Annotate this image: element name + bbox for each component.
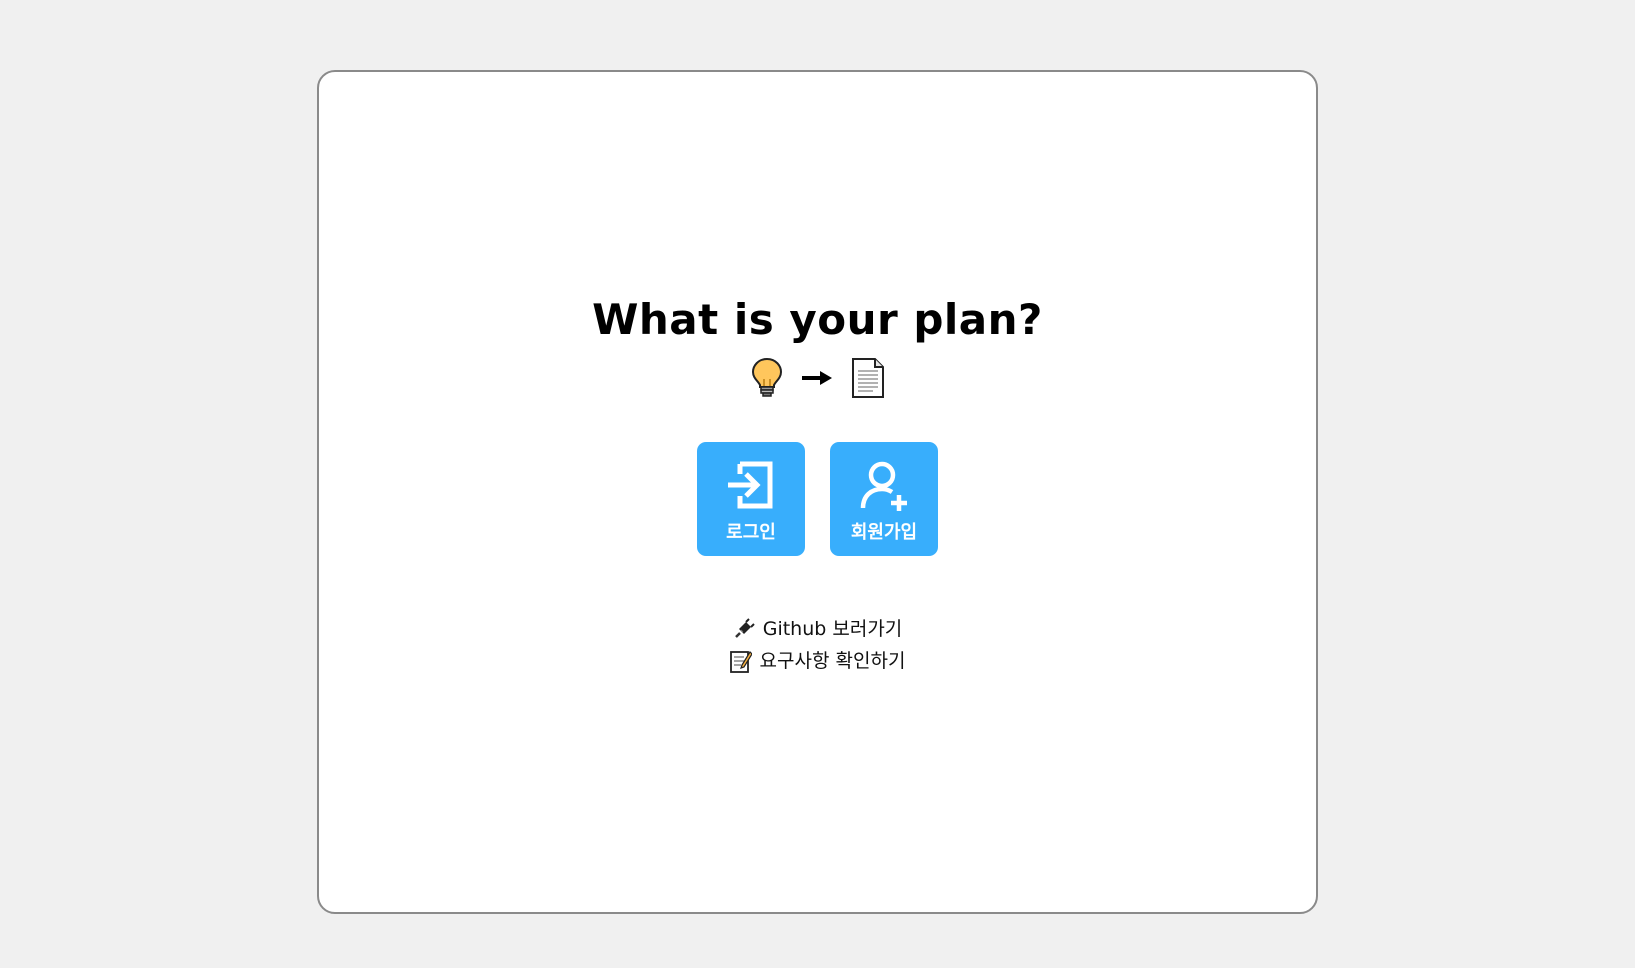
- action-buttons: 로그인 회원가입: [319, 442, 1316, 556]
- login-icon: [724, 458, 778, 516]
- main-card: What is your plan? 로그인 회원가입 Github 보러가기 …: [317, 70, 1318, 914]
- hero-content: What is your plan? 로그인 회원가입 Github 보러가기 …: [319, 294, 1316, 674]
- lightbulb-icon: [751, 357, 783, 399]
- login-label: 로그인: [726, 522, 776, 543]
- idea-to-document-row: [319, 356, 1316, 400]
- document-icon: [851, 358, 885, 398]
- add-user-icon: [857, 458, 911, 516]
- arrow-right-icon: [801, 370, 833, 386]
- footer-links: Github 보러가기 요구사항 확인하기: [319, 616, 1316, 674]
- github-link[interactable]: Github 보러가기: [733, 616, 903, 642]
- memo-icon: [729, 649, 752, 673]
- page-title: What is your plan?: [592, 295, 1043, 344]
- login-button[interactable]: 로그인: [697, 442, 805, 556]
- signup-button[interactable]: 회원가입: [830, 442, 938, 556]
- plug-icon: [733, 618, 755, 640]
- requirements-link-label: 요구사항 확인하기: [759, 650, 906, 672]
- signup-label: 회원가입: [850, 522, 918, 543]
- github-link-label: Github 보러가기: [762, 618, 903, 640]
- requirements-link[interactable]: 요구사항 확인하기: [729, 648, 906, 674]
